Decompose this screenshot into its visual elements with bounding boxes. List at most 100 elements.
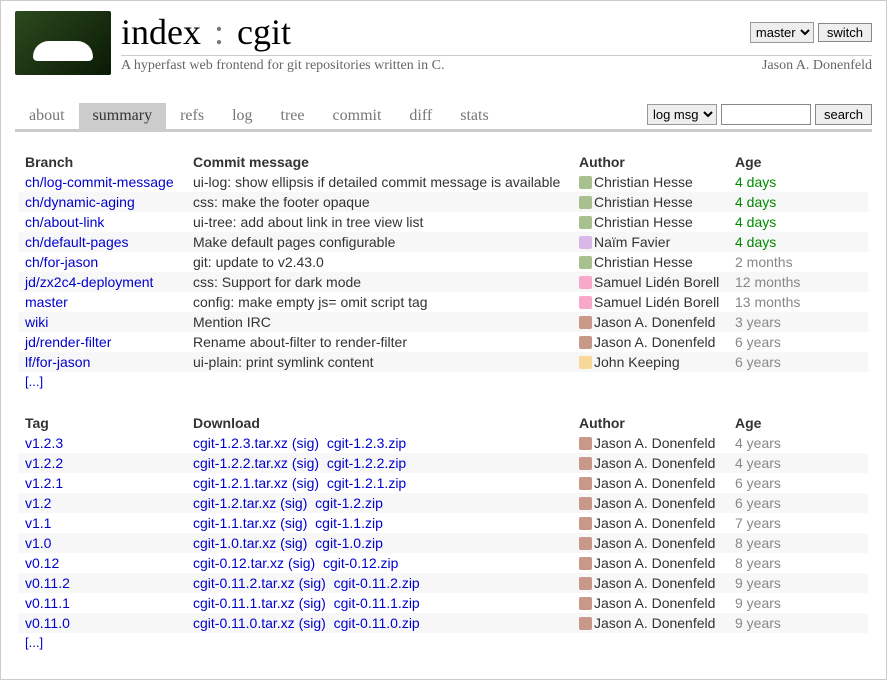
branch-link[interactable]: ch/dynamic-aging xyxy=(25,194,135,210)
download-tarxz-link[interactable]: cgit-1.2.2.tar.xz xyxy=(193,455,288,471)
commit-msg-link[interactable]: Mention IRC xyxy=(193,314,271,330)
download-sig-link[interactable]: (sig) xyxy=(292,455,319,471)
repo-link[interactable]: cgit xyxy=(237,12,291,52)
download-tarxz-link[interactable]: cgit-1.2.3.tar.xz xyxy=(193,435,288,451)
download-sig-link[interactable]: (sig) xyxy=(288,555,315,571)
tag-link[interactable]: v1.2.1 xyxy=(25,475,63,491)
download-zip-link[interactable]: cgit-0.12.zip xyxy=(323,555,398,571)
age-value: 4 days xyxy=(735,194,776,210)
search-button[interactable]: search xyxy=(815,104,872,125)
branch-select[interactable]: master xyxy=(750,22,814,43)
download-sig-link[interactable]: (sig) xyxy=(299,615,326,631)
tab-about[interactable]: about xyxy=(15,103,79,129)
branch-link[interactable]: lf/for-jason xyxy=(25,354,90,370)
download-tarxz-link[interactable]: cgit-1.2.tar.xz xyxy=(193,495,276,511)
tag-link[interactable]: v1.0 xyxy=(25,535,51,551)
download-tarxz-link[interactable]: cgit-0.11.2.tar.xz xyxy=(193,575,295,591)
download-tarxz-link[interactable]: cgit-1.1.tar.xz xyxy=(193,515,276,531)
avatar-icon xyxy=(579,316,592,329)
commit-msg-link[interactable]: ui-log: show ellipsis if detailed commit… xyxy=(193,174,560,190)
download-zip-link[interactable]: cgit-0.11.1.zip xyxy=(334,595,420,611)
index-link[interactable]: index xyxy=(121,12,201,52)
download-zip-link[interactable]: cgit-1.1.zip xyxy=(315,515,383,531)
age-value: 9 years xyxy=(735,575,781,591)
download-zip-link[interactable]: cgit-1.2.2.zip xyxy=(327,455,406,471)
branch-row: lf/for-jason ui-plain: print symlink cont… xyxy=(19,352,868,372)
search-input[interactable] xyxy=(721,104,811,125)
download-sig-link[interactable]: (sig) xyxy=(299,575,326,591)
branch-link[interactable]: ch/for-jason xyxy=(25,254,98,270)
branch-link[interactable]: jd/zx2c4-deployment xyxy=(25,274,153,290)
download-tarxz-link[interactable]: cgit-0.11.1.tar.xz xyxy=(193,595,295,611)
download-tarxz-link[interactable]: cgit-0.12.tar.xz xyxy=(193,555,284,571)
tab-refs[interactable]: refs xyxy=(166,103,218,129)
author-name: Jason A. Donenfeld xyxy=(594,555,715,571)
tag-link[interactable]: v0.11.0 xyxy=(25,615,70,631)
col-tag: Tag xyxy=(19,413,187,433)
download-zip-link[interactable]: cgit-1.0.zip xyxy=(315,535,383,551)
tab-tree[interactable]: tree xyxy=(267,103,319,129)
site-logo[interactable] xyxy=(15,11,111,75)
download-zip-link[interactable]: cgit-0.11.2.zip xyxy=(334,575,420,591)
tab-log[interactable]: log xyxy=(218,103,266,129)
commit-msg-link[interactable]: config: make empty js= omit script tag xyxy=(193,294,428,310)
download-sig-link[interactable]: (sig) xyxy=(280,515,307,531)
tab-commit[interactable]: commit xyxy=(319,103,396,129)
tags-table: Tag Download Author Age v1.2.3cgit-1.2.3… xyxy=(19,413,868,633)
tab-summary[interactable]: summary xyxy=(79,103,167,129)
author-name: Jason A. Donenfeld xyxy=(594,575,715,591)
tags-more-link[interactable]: [...] xyxy=(25,635,43,650)
col-msg: Commit message xyxy=(187,152,573,172)
download-tarxz-link[interactable]: cgit-1.0.tar.xz xyxy=(193,535,276,551)
col-age: Age xyxy=(729,413,868,433)
download-tarxz-link[interactable]: cgit-0.11.0.tar.xz xyxy=(193,615,295,631)
commit-msg-link[interactable]: ui-tree: add about link in tree view lis… xyxy=(193,214,423,230)
branch-link[interactable]: ch/default-pages xyxy=(25,234,129,250)
tag-link[interactable]: v1.1 xyxy=(25,515,51,531)
tag-link[interactable]: v1.2.3 xyxy=(25,435,63,451)
age-value: 12 months xyxy=(735,274,800,290)
branch-link[interactable]: ch/about-link xyxy=(25,214,104,230)
author-name: Jason A. Donenfeld xyxy=(594,435,715,451)
tag-link[interactable]: v1.2.2 xyxy=(25,455,63,471)
tag-link[interactable]: v0.11.2 xyxy=(25,575,70,591)
avatar-icon xyxy=(579,537,592,550)
commit-msg-link[interactable]: Make default pages configurable xyxy=(193,234,395,250)
download-zip-link[interactable]: cgit-1.2.3.zip xyxy=(327,435,406,451)
tag-link[interactable]: v1.2 xyxy=(25,495,51,511)
commit-msg-link[interactable]: ui-plain: print symlink content xyxy=(193,354,374,370)
branch-link[interactable]: jd/render-filter xyxy=(25,334,111,350)
download-sig-link[interactable]: (sig) xyxy=(280,495,307,511)
tab-stats[interactable]: stats xyxy=(446,103,502,129)
tag-link[interactable]: v0.11.1 xyxy=(25,595,70,611)
branch-link[interactable]: ch/log-commit-message xyxy=(25,174,174,190)
avatar-icon xyxy=(579,597,592,610)
download-tarxz-link[interactable]: cgit-1.2.1.tar.xz xyxy=(193,475,288,491)
avatar-icon xyxy=(579,236,592,249)
age-value: 13 months xyxy=(735,294,800,310)
search-type-select[interactable]: log msg xyxy=(647,104,717,125)
branch-link[interactable]: master xyxy=(25,294,68,310)
download-sig-link[interactable]: (sig) xyxy=(292,475,319,491)
tag-row: v1.2.3 cgit-1.2.3.tar.xz (sig) cgit-1.2.3… xyxy=(19,433,868,453)
download-zip-link[interactable]: cgit-0.11.0.zip xyxy=(334,615,420,631)
tag-row: v1.2.1 cgit-1.2.1.tar.xz (sig) cgit-1.2.1… xyxy=(19,473,868,493)
branches-more-link[interactable]: [...] xyxy=(25,374,43,389)
commit-msg-link[interactable]: css: Support for dark mode xyxy=(193,274,361,290)
age-value: 6 years xyxy=(735,354,781,370)
commit-msg-link[interactable]: Rename about-filter to render-filter xyxy=(193,334,407,350)
repo-description: A hyperfast web frontend for git reposit… xyxy=(121,58,444,74)
tab-diff[interactable]: diff xyxy=(395,103,446,129)
branch-row: ch/default-pages Make default pages confi… xyxy=(19,232,868,252)
download-sig-link[interactable]: (sig) xyxy=(292,435,319,451)
download-zip-link[interactable]: cgit-1.2.zip xyxy=(315,495,383,511)
download-sig-link[interactable]: (sig) xyxy=(299,595,326,611)
commit-msg-link[interactable]: css: make the footer opaque xyxy=(193,194,370,210)
page-title: index : cgit xyxy=(121,11,291,53)
tag-link[interactable]: v0.12 xyxy=(25,555,59,571)
switch-button[interactable]: switch xyxy=(818,23,872,42)
download-zip-link[interactable]: cgit-1.2.1.zip xyxy=(327,475,406,491)
commit-msg-link[interactable]: git: update to v2.43.0 xyxy=(193,254,324,270)
branch-link[interactable]: wiki xyxy=(25,314,48,330)
download-sig-link[interactable]: (sig) xyxy=(280,535,307,551)
